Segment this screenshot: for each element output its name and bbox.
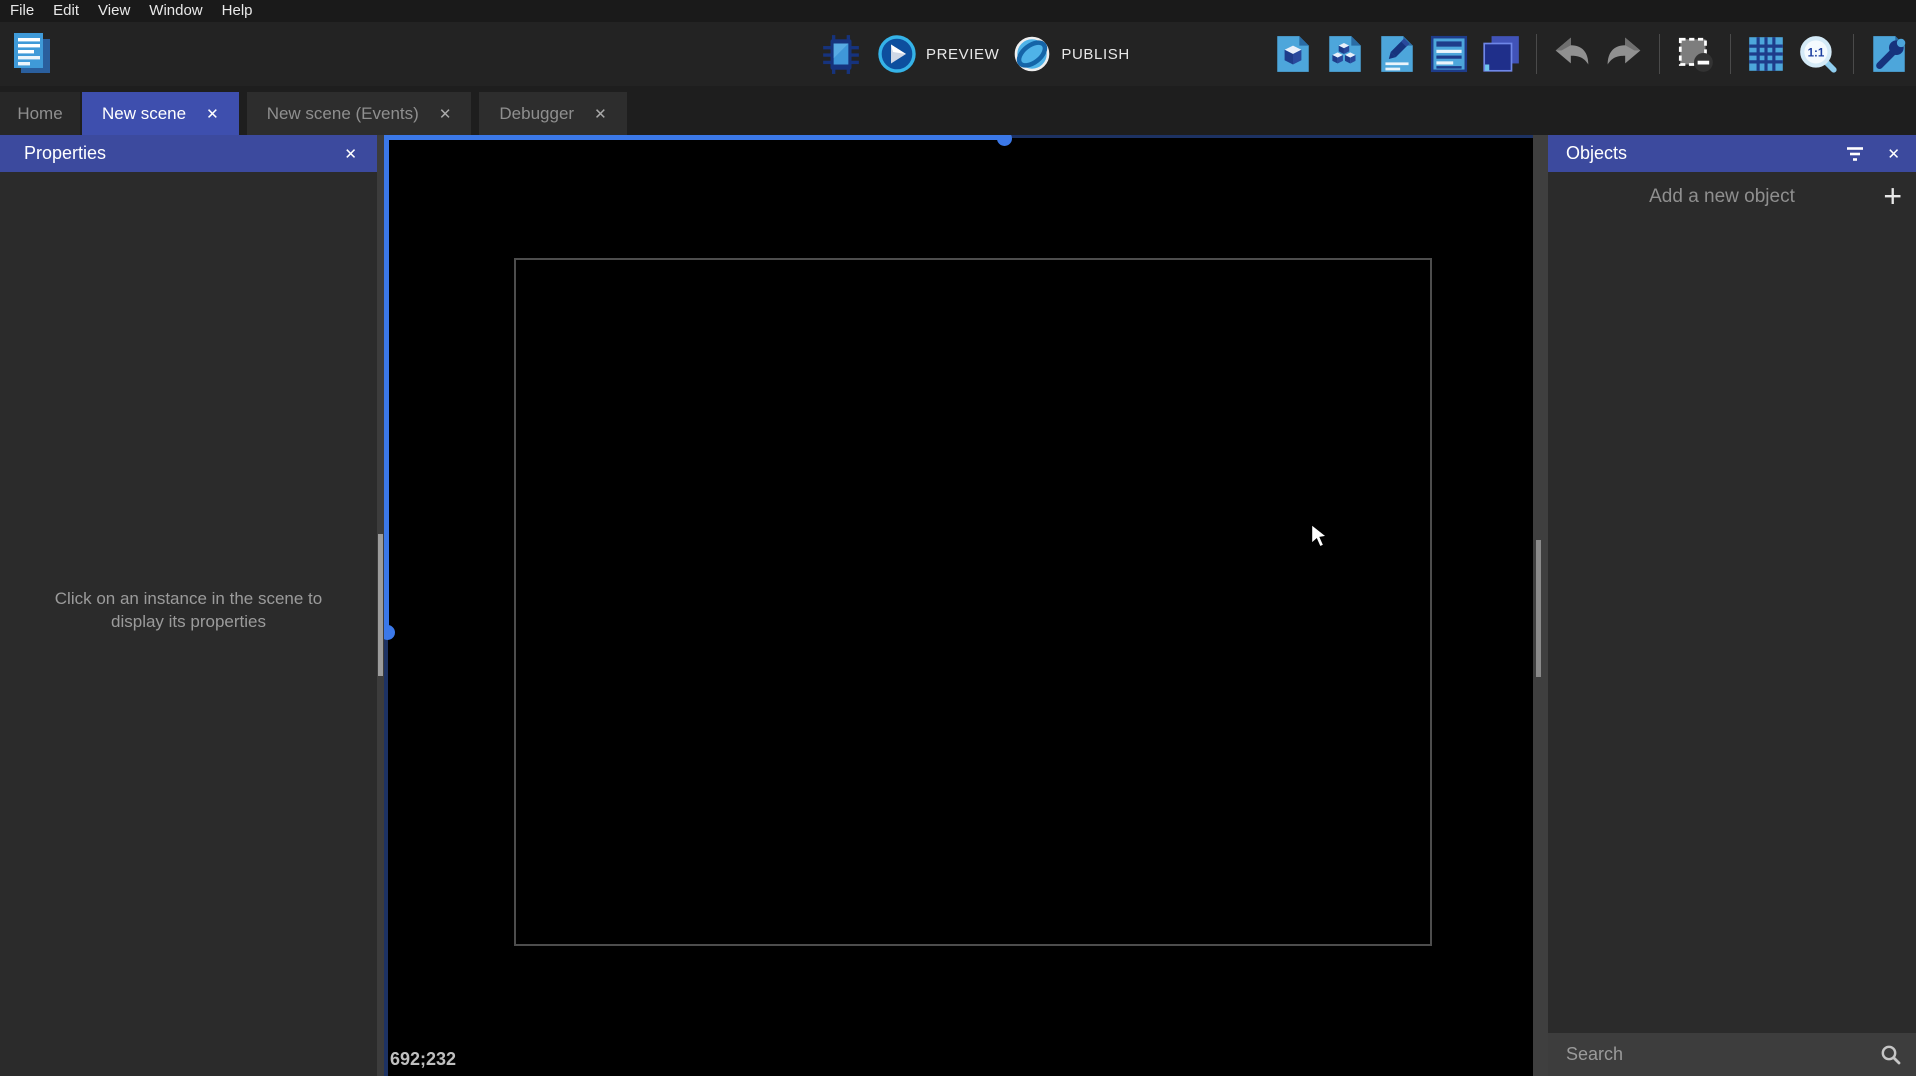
zoom-original-button[interactable]: 1:1 (1795, 31, 1841, 77)
menu-file[interactable]: File (10, 0, 34, 22)
publish-button[interactable]: PUBLISH (1012, 34, 1129, 74)
scene-editor-content: Properties ✕ Click on an instance in the… (0, 135, 1916, 1076)
objects-search-bar (1548, 1033, 1916, 1076)
close-icon[interactable]: ✕ (439, 105, 452, 123)
debug-button[interactable] (818, 31, 864, 77)
menu-help[interactable]: Help (222, 0, 253, 22)
main-toolbar: PREVIEW PUBLISH 1:1 (0, 22, 1916, 86)
tab-home[interactable]: Home (0, 92, 80, 135)
close-icon[interactable]: ✕ (594, 105, 607, 123)
tab-new-scene-events[interactable]: New scene (Events) ✕ (246, 92, 472, 135)
add-object-row[interactable]: Add a new object + (1548, 172, 1916, 222)
filter-icon[interactable] (1845, 146, 1865, 162)
plus-icon[interactable]: + (1883, 176, 1902, 216)
scene-canvas[interactable]: 692;232 (384, 135, 1533, 1076)
toggle-grid-button[interactable] (1743, 31, 1789, 77)
objects-panel-title: Objects (1566, 143, 1628, 163)
preview-label: PREVIEW (926, 45, 1000, 63)
objects-panel: Objects ✕ Add a new object + (1548, 135, 1916, 1076)
menu-view[interactable]: View (98, 0, 130, 22)
publish-globe-icon (1015, 36, 1050, 72)
canvas-left-scrollbar[interactable] (378, 534, 383, 676)
publish-label: PUBLISH (1061, 45, 1130, 63)
objects-search-input[interactable] (1566, 1044, 1880, 1065)
toolbar-separator (1853, 34, 1854, 74)
layers-icon (1483, 36, 1519, 72)
instances-list-icon (1430, 35, 1468, 73)
editor-tab-bar: Home New scene ✕ New scene (Events) ✕ De… (0, 86, 1916, 135)
project-manager-icon (14, 33, 50, 73)
wrench-icon (1873, 36, 1906, 72)
tab-label: New scene (102, 103, 187, 123)
toolbar-separator (1659, 34, 1660, 74)
project-manager-button[interactable] (8, 31, 54, 77)
toolbar-separator (1730, 34, 1731, 74)
properties-empty-message: Click on an instance in the scene to dis… (54, 589, 323, 631)
mouse-cursor-icon (1311, 524, 1328, 548)
menu-bar: File Edit View Window Help (0, 0, 1916, 22)
tab-label: Home (17, 103, 63, 123)
edit-scene-properties-button[interactable] (1374, 31, 1420, 77)
selection-edge-top (384, 135, 1005, 140)
svg-text:1:1: 1:1 (1808, 48, 1825, 60)
instances-list-button[interactable] (1426, 31, 1472, 77)
canvas-right-scrollbar[interactable] (1536, 540, 1541, 677)
tab-debugger[interactable]: Debugger ✕ (479, 92, 627, 135)
selection-edge-left (384, 135, 389, 633)
preview-button[interactable]: PREVIEW (877, 34, 999, 74)
objects-editor-icon (1277, 36, 1309, 72)
undo-arrow-icon (1555, 37, 1589, 65)
objects-editor-button[interactable] (1270, 31, 1316, 77)
gdevelop-window: File Edit View Window Help PREVIEW PUBLI… (0, 0, 1916, 1076)
tab-label: New scene (Events) (266, 103, 419, 123)
properties-panel: Properties ✕ Click on an instance in the… (0, 135, 377, 1076)
redo-button[interactable] (1601, 31, 1647, 77)
selection-handle-top[interactable] (997, 135, 1012, 146)
extensions-button[interactable] (1866, 31, 1912, 77)
menu-window[interactable]: Window (149, 0, 202, 22)
menu-edit[interactable]: Edit (53, 0, 79, 22)
game-window-bounds (514, 258, 1432, 946)
play-icon (878, 35, 916, 73)
tab-new-scene[interactable]: New scene ✕ (82, 92, 239, 135)
edit-pencil-icon (1381, 36, 1413, 72)
close-icon[interactable]: ✕ (1887, 145, 1900, 163)
toolbar-separator (1536, 34, 1537, 74)
right-panel-divider[interactable] (1533, 135, 1548, 1076)
layers-button[interactable] (1478, 31, 1524, 77)
toggle-mask-button[interactable] (1672, 31, 1718, 77)
left-panel-divider[interactable] (377, 135, 384, 1076)
search-icon[interactable] (1880, 1044, 1902, 1066)
selection-handle-left[interactable] (384, 625, 395, 640)
selection-edge-left-far (384, 633, 388, 1076)
add-object-label: Add a new object (1649, 186, 1795, 207)
objects-panel-header: Objects ✕ (1548, 135, 1916, 172)
properties-panel-title: Properties (24, 143, 107, 163)
close-icon[interactable]: ✕ (344, 145, 357, 163)
close-icon[interactable]: ✕ (206, 105, 219, 123)
object-groups-button[interactable] (1322, 31, 1368, 77)
mask-icon (1678, 37, 1713, 72)
undo-button[interactable] (1549, 31, 1595, 77)
object-groups-icon (1329, 36, 1361, 72)
redo-arrow-icon (1607, 37, 1641, 65)
tab-label: Debugger (499, 103, 575, 123)
bug-icon (823, 35, 859, 74)
cursor-coordinates: 692;232 (390, 1049, 457, 1069)
zoom-1-1-icon: 1:1 (1800, 36, 1837, 73)
grid-icon (1749, 37, 1783, 71)
properties-panel-header: Properties ✕ (0, 135, 377, 172)
